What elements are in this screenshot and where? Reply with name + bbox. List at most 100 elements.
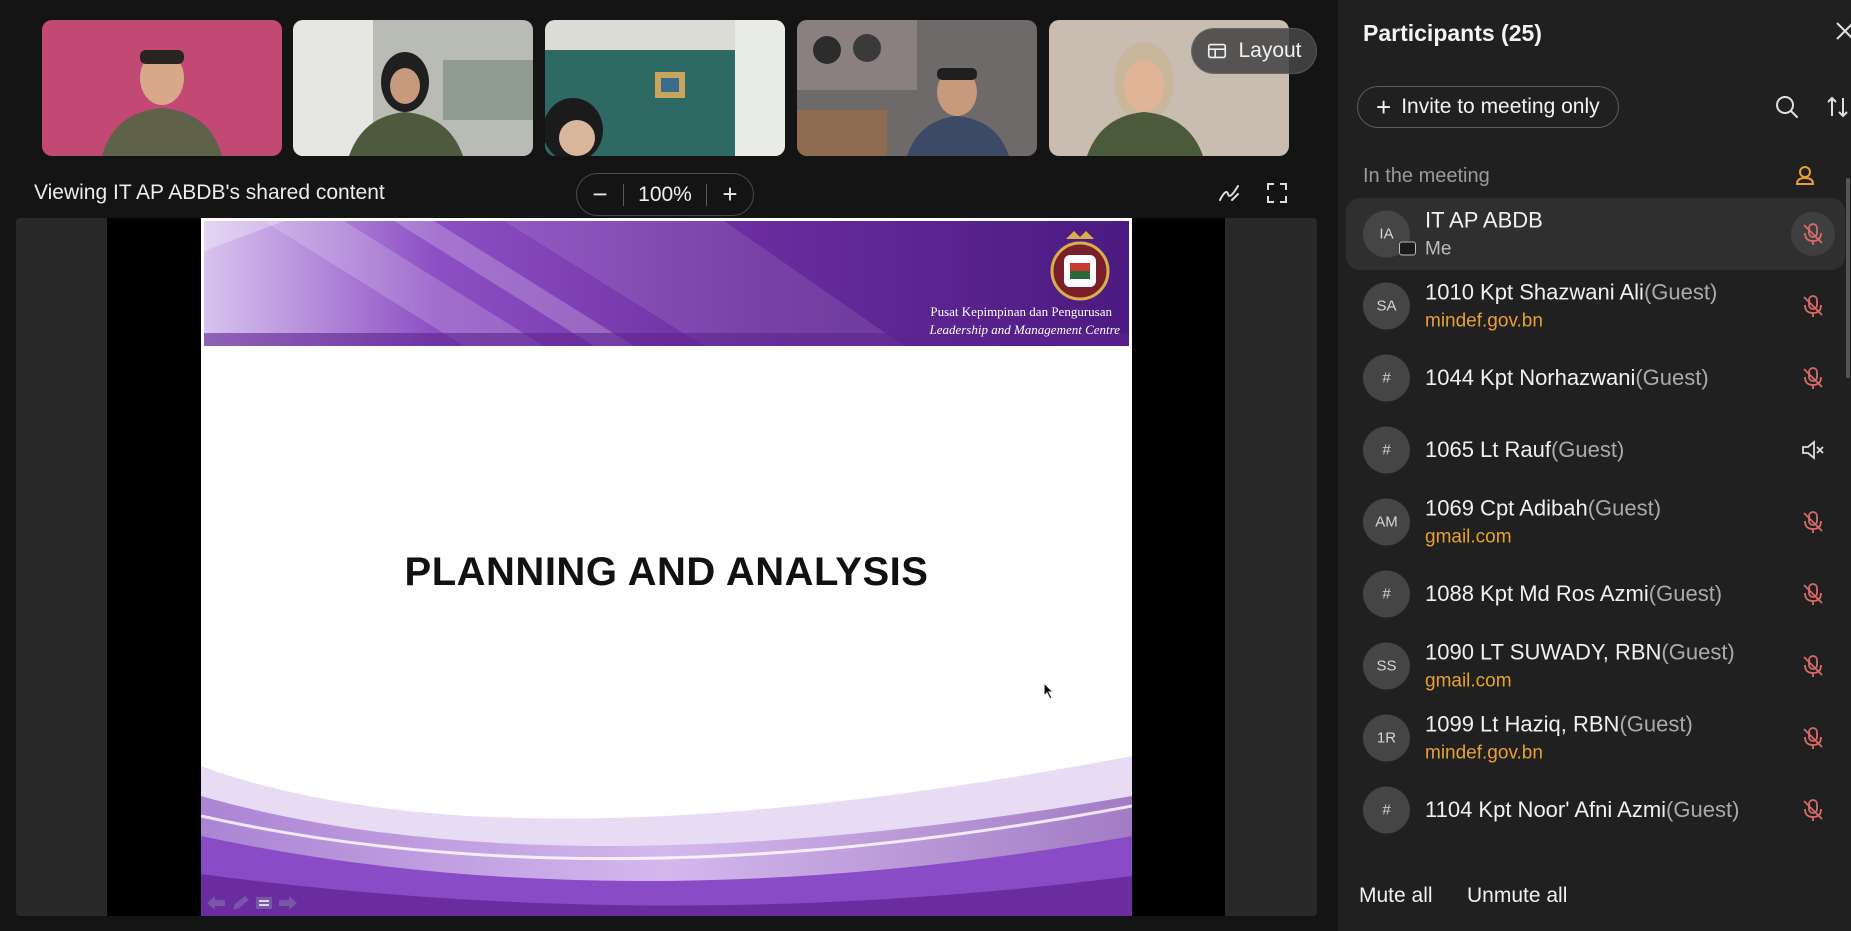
slide-prev-icon[interactable] — [205, 894, 227, 912]
mic-muted-icon[interactable] — [1791, 212, 1835, 256]
participant-info: 1010 Kpt Shazwani Ali(Guest) mindef.gov.b… — [1425, 280, 1717, 333]
avatar-initials: 1R — [1376, 729, 1397, 747]
participant-row[interactable]: 1R 1099 Lt Haziq, RBN(Guest) mindef.gov.bn — [1338, 702, 1851, 774]
video-feed — [42, 20, 282, 156]
video-tile[interactable] — [545, 20, 785, 156]
annotate-icon[interactable] — [1216, 180, 1242, 206]
mic-muted-icon[interactable] — [1791, 284, 1835, 328]
participant-name: 1044 Kpt Norhazwani(Guest) — [1425, 365, 1709, 391]
video-tile[interactable] — [42, 20, 282, 156]
participant-name-text: 1090 LT SUWADY, RBN — [1425, 639, 1662, 665]
participant-row[interactable]: #1104 Kpt Noor' Afni Azmi(Guest) — [1338, 774, 1851, 846]
participant-name: 1010 Kpt Shazwani Ali(Guest) — [1425, 280, 1717, 306]
layout-button[interactable]: Layout — [1191, 28, 1317, 74]
participant-name-text: 1069 Cpt Adibah — [1425, 495, 1588, 521]
participant-row[interactable]: AM 1069 Cpt Adibah(Guest) gmail.com — [1338, 486, 1851, 558]
sort-icon[interactable] — [1825, 94, 1851, 120]
zoom-level[interactable]: 100% — [624, 183, 706, 207]
participant-guest-tag: (Guest) — [1635, 365, 1709, 390]
participant-name: 1065 Lt Rauf(Guest) — [1425, 437, 1624, 463]
participant-guest-tag: (Guest) — [1587, 495, 1662, 521]
slide-title: PLANNING AND ANALYSIS — [404, 550, 929, 594]
participant-info: 1088 Kpt Md Ros Azmi(Guest) — [1425, 581, 1722, 607]
mic-muted-icon[interactable] — [1791, 788, 1835, 832]
host-icon[interactable] — [1793, 163, 1817, 187]
participant-row[interactable]: #1044 Kpt Norhazwani(Guest) — [1338, 342, 1851, 414]
avatar: IA — [1363, 210, 1416, 258]
avatar-initials: IA — [1379, 225, 1394, 243]
participant-name: 1088 Kpt Md Ros Azmi(Guest) — [1425, 581, 1722, 607]
avatar-initials: SS — [1376, 657, 1397, 675]
speaker-off-icon[interactable] — [1791, 428, 1835, 472]
participant-name-text: IT AP ABDB — [1425, 207, 1543, 233]
participant-list-scrollbar[interactable] — [1846, 178, 1850, 378]
participant-name: 1104 Kpt Noor' Afni Azmi(Guest) — [1425, 797, 1739, 823]
mic-muted-icon[interactable] — [1791, 716, 1835, 760]
avatar-initials: # — [1382, 801, 1391, 819]
slide-menu-icon[interactable] — [253, 894, 275, 912]
presentation-slide[interactable]: Pusat Kepimpinan dan Pengurusan Leadersh… — [201, 218, 1132, 916]
mouse-cursor-icon — [1043, 682, 1055, 700]
participant-name-text: 1088 Kpt Md Ros Azmi — [1425, 581, 1649, 606]
participant-name-text: 1065 Lt Rauf — [1425, 437, 1551, 462]
avatar: # — [1363, 426, 1410, 474]
slide-next-icon[interactable] — [277, 894, 299, 912]
participant-guest-tag: (Guest) — [1661, 639, 1735, 665]
mic-muted-icon[interactable] — [1791, 572, 1835, 616]
mic-muted-icon[interactable] — [1791, 356, 1835, 400]
unmute-all-button[interactable]: Unmute all — [1467, 884, 1567, 908]
participant-name: IT AP ABDB — [1425, 208, 1543, 234]
participant-name-text: 1099 Lt Haziq, RBN — [1425, 711, 1620, 737]
mic-muted-icon[interactable] — [1791, 644, 1835, 688]
screen-share-icon — [1399, 241, 1416, 256]
close-icon[interactable] — [1834, 20, 1851, 42]
avatar: AM — [1363, 498, 1410, 546]
zoom-in-button[interactable]: + — [707, 174, 753, 215]
participant-list: IA IT AP ABDB Me SA 1010 Kpt Shazwani Ali(Gu… — [1338, 198, 1851, 846]
avatar: SS — [1363, 642, 1410, 690]
participant-info: 1090 LT SUWADY, RBN(Guest) gmail.com — [1425, 640, 1735, 693]
participant-guest-tag: (Guest) — [1550, 437, 1625, 462]
participant-info: 1099 Lt Haziq, RBN(Guest) mindef.gov.bn — [1425, 712, 1693, 765]
video-tile[interactable] — [293, 20, 533, 156]
avatar-initials: # — [1382, 369, 1391, 387]
zoom-out-button[interactable]: − — [577, 174, 623, 215]
mic-muted-icon[interactable] — [1791, 500, 1835, 544]
participant-row-me[interactable]: IA IT AP ABDB Me — [1346, 198, 1845, 270]
plus-icon: + — [1376, 92, 1392, 122]
video-feed — [545, 20, 785, 156]
slide-wave-decoration — [201, 756, 1132, 916]
avatar: # — [1363, 570, 1410, 618]
participant-subtitle: gmail.com — [1425, 670, 1512, 692]
avatar: 1R — [1363, 714, 1410, 762]
participant-row[interactable]: SA 1010 Kpt Shazwani Ali(Guest) mindef.gov… — [1338, 270, 1851, 342]
participant-name: 1099 Lt Haziq, RBN(Guest) — [1425, 712, 1693, 738]
fullscreen-icon[interactable] — [1264, 180, 1290, 206]
participant-row[interactable]: #1088 Kpt Md Ros Azmi(Guest) — [1338, 558, 1851, 630]
participant-row[interactable]: SS 1090 LT SUWADY, RBN(Guest) gmail.com — [1338, 630, 1851, 702]
participant-info: 1065 Lt Rauf(Guest) — [1425, 437, 1624, 463]
zoom-control: − 100% + — [576, 173, 754, 216]
participant-guest-tag: (Guest) — [1666, 797, 1740, 822]
avatar-initials: # — [1382, 441, 1391, 459]
search-icon[interactable] — [1774, 94, 1800, 120]
participant-guest-tag: (Guest) — [1643, 279, 1718, 305]
participant-info: IT AP ABDB Me — [1425, 208, 1543, 261]
participants-title: Participants (25) — [1363, 20, 1542, 46]
participants-panel: Participants (25) + Invite to meeting on… — [1338, 0, 1851, 931]
layout-icon — [1208, 43, 1227, 59]
video-tile[interactable] — [797, 20, 1037, 156]
participant-info: 1044 Kpt Norhazwani(Guest) — [1425, 365, 1709, 391]
participant-subtitle: Me — [1425, 238, 1452, 260]
invite-button[interactable]: + Invite to meeting only — [1357, 86, 1619, 128]
participant-subtitle: gmail.com — [1425, 526, 1512, 548]
slide-pen-icon[interactable] — [229, 894, 251, 912]
participant-info: 1104 Kpt Noor' Afni Azmi(Guest) — [1425, 797, 1739, 823]
participant-subtitle: mindef.gov.bn — [1425, 310, 1543, 332]
layout-label: Layout — [1238, 39, 1302, 62]
video-feed — [797, 20, 1037, 156]
slide-org-name-malay: Pusat Kepimpinan dan Pengurusan — [930, 304, 1112, 319]
mute-all-button[interactable]: Mute all — [1359, 884, 1433, 908]
participant-row[interactable]: #1065 Lt Rauf(Guest) — [1338, 414, 1851, 486]
avatar: SA — [1363, 282, 1410, 330]
